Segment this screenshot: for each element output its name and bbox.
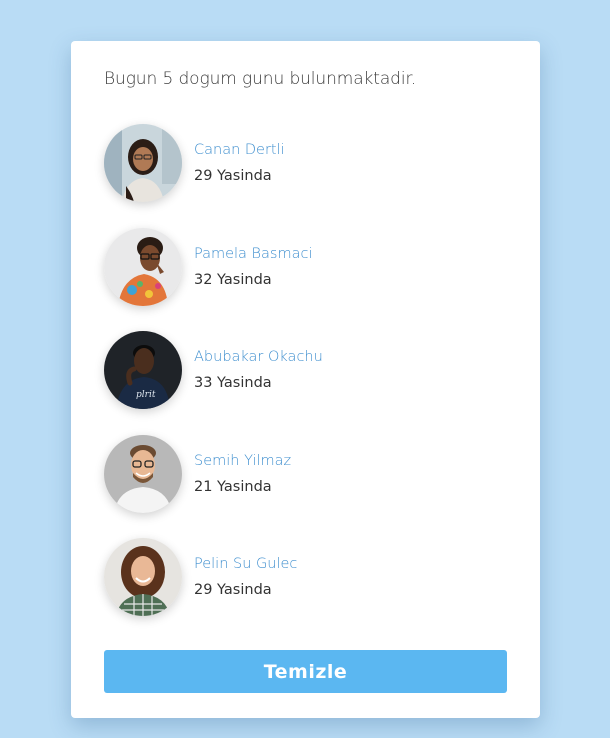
person-age: 33 Yasinda	[194, 375, 272, 391]
avatar: plrit	[104, 331, 182, 409]
birthday-card: Bugun 5 dogum gunu bulunmaktadir. Canan …	[71, 41, 540, 718]
list-item: plrit Abubakar Okachu 33 Yasinda	[104, 331, 344, 411]
list-item: Semih Yilmaz 21 Yasinda	[104, 435, 344, 515]
avatar	[104, 228, 182, 306]
avatar	[104, 435, 182, 513]
person-age: 21 Yasinda	[194, 479, 272, 495]
person-age: 29 Yasinda	[194, 168, 272, 184]
birthday-count-title: Bugun 5 dogum gunu bulunmaktadir.	[104, 69, 417, 89]
person-name[interactable]: Abubakar Okachu	[194, 349, 323, 365]
clear-button[interactable]: Temizle	[104, 650, 507, 693]
list-item: Pamela Basmaci 32 Yasinda	[104, 228, 344, 308]
avatar	[104, 124, 182, 202]
list-item: Pelin Su Gulec 29 Yasinda	[104, 538, 344, 618]
person-name[interactable]: Semih Yilmaz	[194, 453, 291, 469]
person-age: 32 Yasinda	[194, 272, 272, 288]
list-item: Canan Dertli 29 Yasinda	[104, 124, 344, 204]
person-name[interactable]: Canan Dertli	[194, 142, 285, 158]
svg-text:plrit: plrit	[136, 390, 156, 400]
person-age: 29 Yasinda	[194, 582, 272, 598]
person-name[interactable]: Pamela Basmaci	[194, 246, 313, 262]
avatar	[104, 538, 182, 616]
person-name[interactable]: Pelin Su Gulec	[194, 556, 297, 572]
